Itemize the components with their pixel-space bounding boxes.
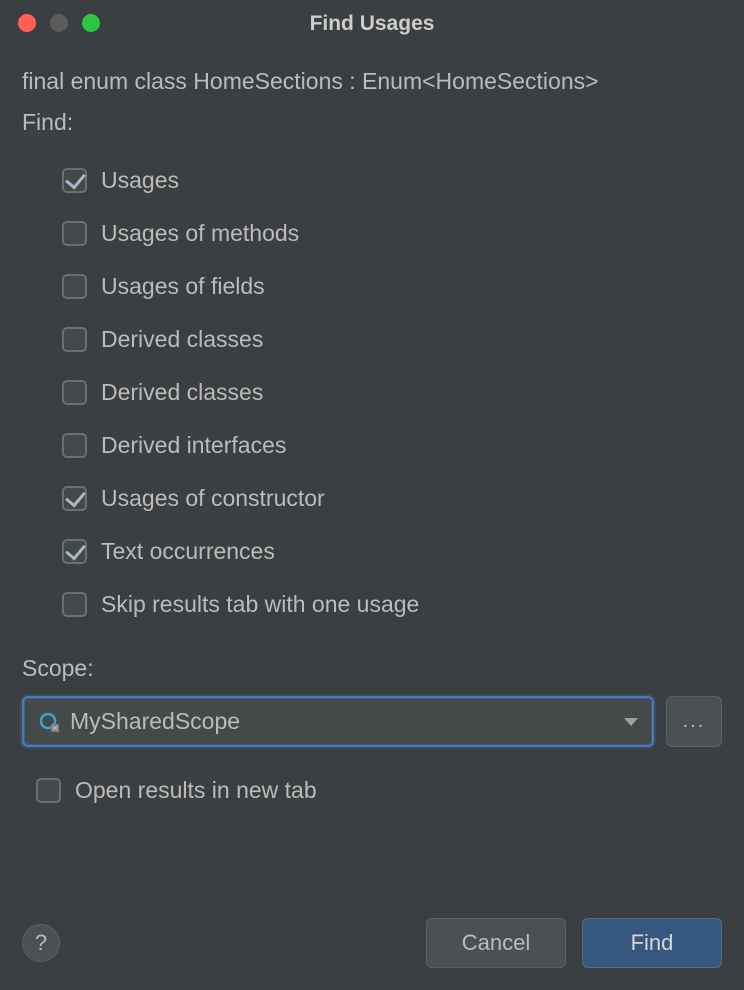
option-label: Derived classes: [101, 379, 263, 406]
close-window-button[interactable]: [18, 14, 36, 32]
scope-icon: [38, 711, 60, 733]
option-row[interactable]: Derived classes: [62, 366, 722, 419]
dialog-content: final enum class HomeSections : Enum<Hom…: [0, 48, 744, 900]
option-row[interactable]: Text occurrences: [62, 525, 722, 578]
option-row[interactable]: Usages: [62, 154, 722, 207]
dialog-title: Find Usages: [310, 12, 435, 36]
option-checkbox[interactable]: [62, 327, 87, 352]
option-label: Usages of fields: [101, 273, 265, 300]
option-row[interactable]: Derived classes: [62, 313, 722, 366]
open-new-tab-row[interactable]: Open results in new tab: [36, 777, 722, 804]
open-new-tab-label: Open results in new tab: [75, 777, 317, 804]
option-label: Usages of constructor: [101, 485, 325, 512]
maximize-window-button[interactable]: [82, 14, 100, 32]
option-label: Skip results tab with one usage: [101, 591, 419, 618]
option-checkbox[interactable]: [62, 380, 87, 405]
option-row[interactable]: Usages of constructor: [62, 472, 722, 525]
help-button[interactable]: ?: [22, 924, 60, 962]
option-label: Text occurrences: [101, 538, 275, 565]
option-label: Derived classes: [101, 326, 263, 353]
option-row[interactable]: Usages of fields: [62, 260, 722, 313]
find-section-label: Find:: [22, 109, 722, 136]
minimize-window-button[interactable]: [50, 14, 68, 32]
scope-label: Scope:: [22, 655, 722, 682]
option-row[interactable]: Skip results tab with one usage: [62, 578, 722, 631]
option-checkbox[interactable]: [62, 592, 87, 617]
scope-section: Scope: MySharedScope ...: [22, 655, 722, 747]
option-label: Usages of methods: [101, 220, 299, 247]
target-signature: final enum class HomeSections : Enum<Hom…: [22, 66, 722, 97]
window-controls: [18, 14, 100, 32]
option-checkbox[interactable]: [62, 433, 87, 458]
chevron-down-icon: [624, 718, 638, 726]
scope-row: MySharedScope ...: [22, 696, 722, 747]
option-checkbox[interactable]: [62, 486, 87, 511]
titlebar: Find Usages: [0, 0, 744, 48]
scope-dropdown[interactable]: MySharedScope: [22, 696, 654, 747]
option-checkbox[interactable]: [62, 539, 87, 564]
scope-selected-value: MySharedScope: [70, 708, 614, 735]
option-checkbox[interactable]: [62, 168, 87, 193]
option-label: Usages: [101, 167, 179, 194]
option-label: Derived interfaces: [101, 432, 286, 459]
option-row[interactable]: Derived interfaces: [62, 419, 722, 472]
find-usages-dialog: Find Usages final enum class HomeSection…: [0, 0, 744, 990]
open-new-tab-checkbox[interactable]: [36, 778, 61, 803]
option-checkbox[interactable]: [62, 274, 87, 299]
options-list: Usages Usages of methods Usages of fields D…: [62, 154, 722, 631]
option-checkbox[interactable]: [62, 221, 87, 246]
option-row[interactable]: Usages of methods: [62, 207, 722, 260]
find-button[interactable]: Find: [582, 918, 722, 968]
scope-more-button[interactable]: ...: [666, 696, 722, 747]
dialog-footer: ? Cancel Find: [0, 900, 744, 990]
cancel-button[interactable]: Cancel: [426, 918, 566, 968]
